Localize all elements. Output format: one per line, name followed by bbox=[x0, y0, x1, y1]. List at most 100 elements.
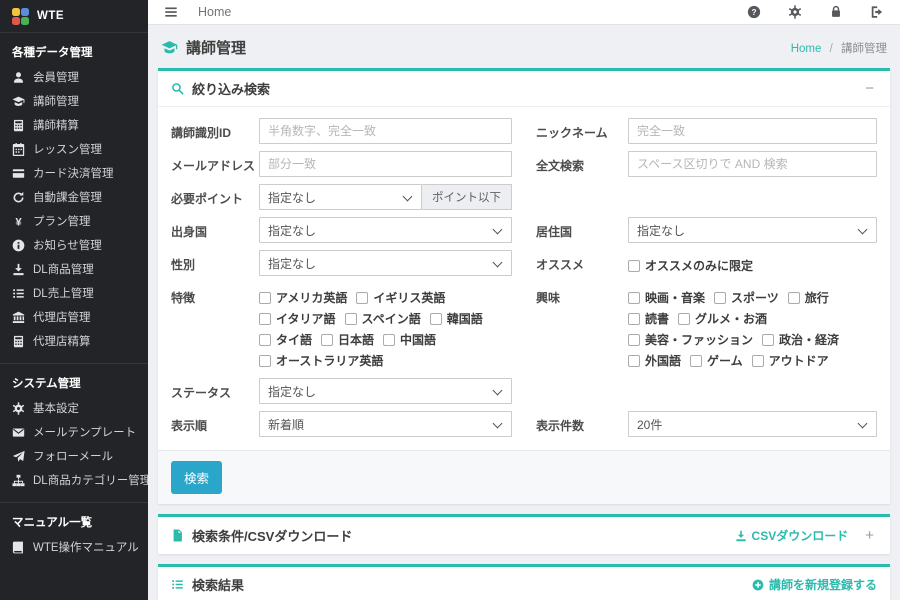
feature-option[interactable]: 韓国語 bbox=[430, 309, 483, 329]
interest-checkbox[interactable] bbox=[628, 334, 640, 346]
sidebar-item[interactable]: 自動課金管理 bbox=[0, 185, 148, 209]
register-instructor-link[interactable]: 講師を新規登録する bbox=[752, 576, 877, 593]
feature-checkbox[interactable] bbox=[259, 292, 271, 304]
interest-checkbox[interactable] bbox=[628, 313, 640, 325]
interest-option[interactable]: 旅行 bbox=[788, 288, 829, 308]
menu-toggle-icon[interactable] bbox=[164, 5, 178, 19]
instructor-id-input[interactable] bbox=[259, 118, 512, 144]
checkbox-label: タイ語 bbox=[276, 330, 312, 350]
book-icon bbox=[12, 541, 25, 554]
feature-option[interactable]: 中国語 bbox=[383, 330, 436, 350]
feature-checkbox[interactable] bbox=[259, 355, 271, 367]
feature-option[interactable]: タイ語 bbox=[259, 330, 312, 350]
sign-out-button[interactable] bbox=[870, 5, 884, 19]
feature-checkbox[interactable] bbox=[430, 313, 442, 325]
gear-button[interactable] bbox=[788, 5, 802, 19]
sidebar-item[interactable]: 基本設定 bbox=[0, 396, 148, 420]
info-circle-icon bbox=[12, 239, 25, 252]
sidebar-item[interactable]: 会員管理 bbox=[0, 65, 148, 89]
interest-checkbox[interactable] bbox=[690, 355, 702, 367]
per-page-select[interactable]: 20件 bbox=[628, 411, 877, 437]
topnav-home-link[interactable]: Home bbox=[198, 5, 231, 19]
interest-option[interactable]: ゲーム bbox=[690, 351, 743, 371]
interest-checkbox[interactable] bbox=[628, 355, 640, 367]
sidebar-section-title: マニュアル一覧 bbox=[0, 503, 148, 535]
feature-checkbox[interactable] bbox=[345, 313, 357, 325]
search-button[interactable]: 検索 bbox=[171, 461, 222, 494]
sort-order-select[interactable]: 新着順 bbox=[259, 411, 512, 437]
fulltext-search-input[interactable] bbox=[628, 151, 877, 177]
interest-option[interactable]: グルメ・お酒 bbox=[678, 309, 767, 329]
sidebar-item[interactable]: 代理店精算 bbox=[0, 329, 148, 353]
brand[interactable]: WTE bbox=[0, 0, 148, 33]
field-label: 全文検索 bbox=[536, 151, 628, 177]
checkbox-label: オススメのみに限定 bbox=[645, 256, 753, 276]
sidebar-item[interactable]: DL売上管理 bbox=[0, 281, 148, 305]
feature-option[interactable]: オーストラリア英語 bbox=[259, 351, 383, 371]
interest-checkbox[interactable] bbox=[762, 334, 774, 346]
checkbox-label: ゲーム bbox=[707, 351, 743, 371]
feature-checkbox[interactable] bbox=[259, 334, 271, 346]
birth-country-select[interactable]: 指定なし bbox=[259, 217, 512, 243]
required-points-select[interactable]: 指定なし bbox=[259, 184, 422, 210]
interest-option[interactable]: 政治・経済 bbox=[762, 330, 839, 350]
page-title: 講師管理 bbox=[161, 37, 246, 58]
interest-option[interactable]: 外国語 bbox=[628, 351, 681, 371]
field-label: 表示件数 bbox=[536, 411, 628, 437]
gender-select[interactable]: 指定なし bbox=[259, 250, 512, 276]
field-label: 居住国 bbox=[536, 217, 628, 243]
sidebar-item[interactable]: 講師精算 bbox=[0, 113, 148, 137]
sidebar-item[interactable]: 代理店管理 bbox=[0, 305, 148, 329]
recommended-only-option[interactable]: オススメのみに限定 bbox=[628, 255, 753, 276]
breadcrumb-home-link[interactable]: Home bbox=[791, 43, 822, 55]
sidebar-item[interactable]: お知らせ管理 bbox=[0, 233, 148, 257]
search-panel-header: 絞り込み検索 − bbox=[158, 71, 890, 107]
download-icon bbox=[735, 530, 747, 542]
interest-option[interactable]: 美容・ファッション bbox=[628, 330, 753, 350]
interest-checkbox[interactable] bbox=[788, 292, 800, 304]
lock-button[interactable] bbox=[829, 5, 843, 19]
list-icon bbox=[171, 578, 184, 591]
expand-toggle[interactable]: + bbox=[862, 528, 877, 543]
feature-option[interactable]: イギリス英語 bbox=[356, 288, 445, 308]
calculator-icon bbox=[12, 119, 25, 132]
sign-out-icon bbox=[870, 5, 884, 19]
feature-checkbox[interactable] bbox=[356, 292, 368, 304]
sidebar-item[interactable]: WTE操作マニュアル bbox=[0, 535, 148, 559]
interest-checkbox[interactable] bbox=[628, 292, 640, 304]
question-circle-button[interactable] bbox=[747, 5, 761, 19]
interest-checkbox[interactable] bbox=[714, 292, 726, 304]
recommended-checkbox[interactable] bbox=[628, 260, 640, 272]
csv-download-link[interactable]: CSVダウンロード bbox=[735, 527, 849, 544]
sidebar-item[interactable]: メールテンプレート bbox=[0, 420, 148, 444]
feature-checkbox[interactable] bbox=[321, 334, 333, 346]
interest-checkbox[interactable] bbox=[678, 313, 690, 325]
calendar-icon bbox=[12, 143, 25, 156]
interest-option[interactable]: 読書 bbox=[628, 309, 669, 329]
status-select[interactable]: 指定なし bbox=[259, 378, 512, 404]
collapse-toggle[interactable]: − bbox=[862, 81, 877, 96]
feature-option[interactable]: アメリカ英語 bbox=[259, 288, 347, 308]
select-value: 新着順 bbox=[268, 416, 304, 433]
feature-option[interactable]: 日本語 bbox=[321, 330, 374, 350]
interest-option[interactable]: アウトドア bbox=[752, 351, 829, 371]
interest-checkbox[interactable] bbox=[752, 355, 764, 367]
feature-checkbox[interactable] bbox=[259, 313, 271, 325]
sidebar-item[interactable]: 講師管理 bbox=[0, 89, 148, 113]
sidebar-item[interactable]: DL商品カテゴリー管理 bbox=[0, 468, 148, 492]
sidebar-item[interactable]: フォローメール bbox=[0, 444, 148, 468]
search-panel-footer: 検索 bbox=[158, 450, 890, 504]
feature-option[interactable]: スペイン語 bbox=[345, 309, 421, 329]
sidebar-item[interactable]: カード決済管理 bbox=[0, 161, 148, 185]
sidebar-item-label: 講師精算 bbox=[33, 117, 79, 133]
feature-checkbox[interactable] bbox=[383, 334, 395, 346]
interest-option[interactable]: スポーツ bbox=[714, 288, 779, 308]
sidebar-item[interactable]: DL商品管理 bbox=[0, 257, 148, 281]
nickname-input[interactable] bbox=[628, 118, 877, 144]
email-input[interactable] bbox=[259, 151, 512, 177]
sidebar-item[interactable]: プラン管理 bbox=[0, 209, 148, 233]
residence-country-select[interactable]: 指定なし bbox=[628, 217, 877, 243]
feature-option[interactable]: イタリア語 bbox=[259, 309, 336, 329]
interest-option[interactable]: 映画・音楽 bbox=[628, 288, 705, 308]
sidebar-item[interactable]: レッスン管理 bbox=[0, 137, 148, 161]
